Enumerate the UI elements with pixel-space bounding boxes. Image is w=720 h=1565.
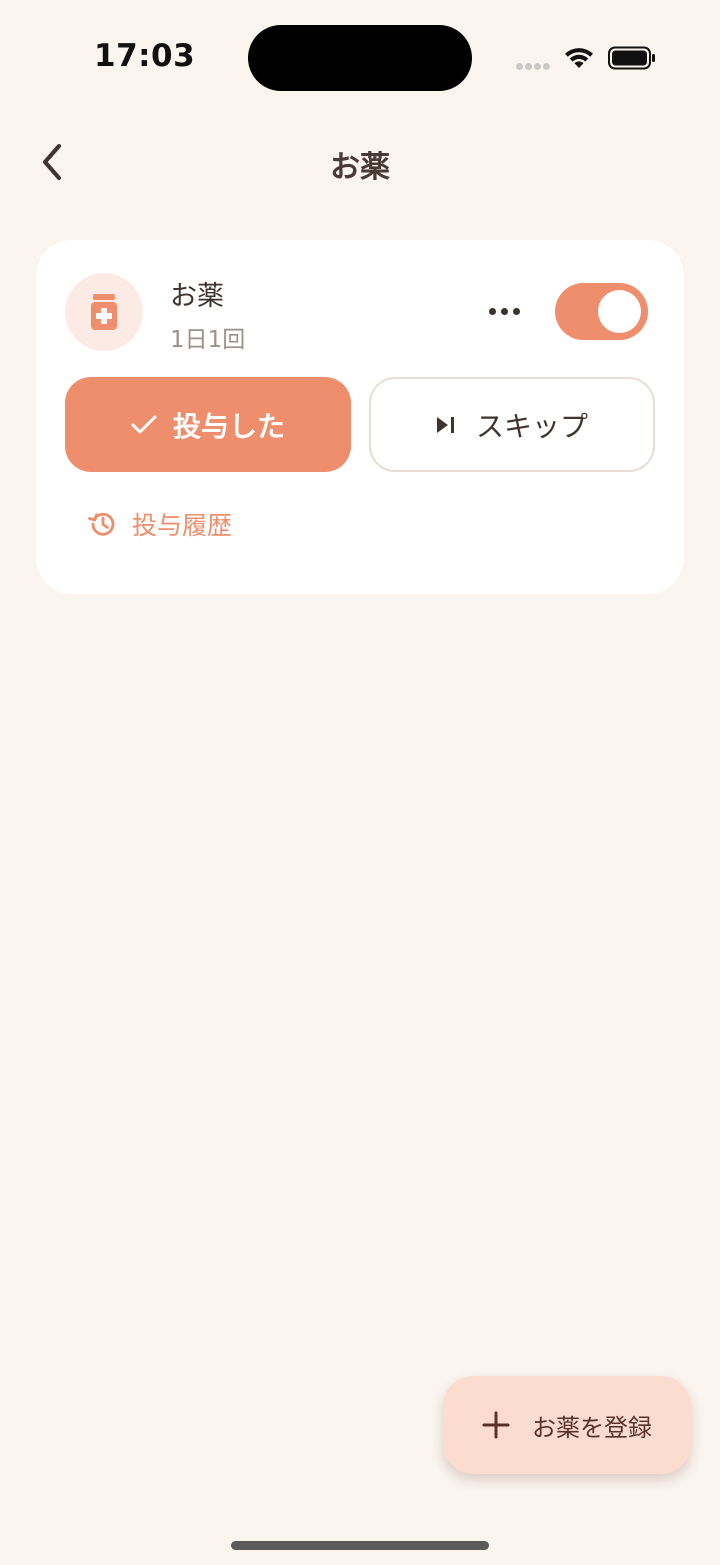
more-options-button[interactable] <box>484 296 524 326</box>
home-indicator <box>231 1541 489 1550</box>
more-dots-icon <box>512 307 520 315</box>
status-time: 17:03 <box>94 38 196 74</box>
mark-taken-label: 投与した <box>172 409 285 443</box>
battery-icon <box>608 46 655 70</box>
toggle-knob <box>598 290 641 333</box>
more-dots-icon <box>500 307 508 315</box>
more-dots-icon <box>488 307 496 315</box>
dynamic-island <box>248 25 472 91</box>
medication-name: お薬 <box>170 281 224 312</box>
dose-history-label: 投与履歴 <box>132 511 233 540</box>
skip-label: スキップ <box>475 409 588 443</box>
skip-button[interactable]: スキップ <box>369 377 655 472</box>
medication-enabled-toggle[interactable] <box>555 283 648 340</box>
wifi-icon <box>565 48 593 68</box>
history-icon <box>88 512 115 536</box>
medication-card: お薬 1日1回 投与した スキップ 投与履歴 <box>36 240 684 594</box>
cellular-signal-icon <box>516 63 552 71</box>
medication-avatar <box>65 273 143 351</box>
add-medication-label: お薬を登録 <box>532 1413 652 1442</box>
medication-frequency: 1日1回 <box>170 327 246 353</box>
page-title: お薬 <box>330 150 390 185</box>
checkmark-icon <box>131 415 157 433</box>
mark-taken-button[interactable]: 投与した <box>65 377 351 472</box>
dose-history-link[interactable]: 投与履歴 <box>88 504 232 544</box>
screen: 17:03 お薬 お薬 1日1回 投与した スキップ 投与履歴 お薬を登録 <box>0 0 720 1565</box>
skip-next-icon <box>436 416 454 433</box>
add-medication-button[interactable]: お薬を登録 <box>443 1376 691 1474</box>
plus-icon <box>482 1411 510 1439</box>
medicine-bottle-icon <box>91 294 117 330</box>
